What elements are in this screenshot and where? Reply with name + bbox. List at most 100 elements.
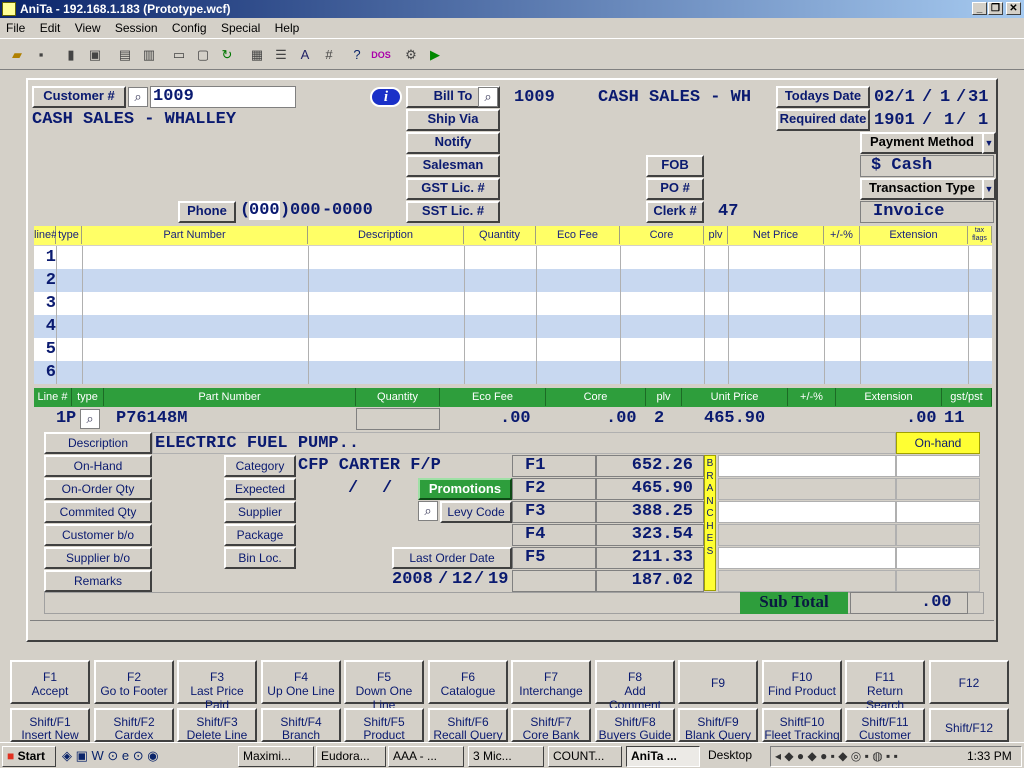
detail-quantity-field[interactable] bbox=[356, 408, 440, 430]
fkey-f5[interactable]: F5 Down One Line bbox=[344, 660, 424, 712]
part-search-icon[interactable]: ⌕ bbox=[80, 409, 100, 429]
minimize-button[interactable]: _ bbox=[972, 2, 987, 15]
paste-icon[interactable]: ▣ bbox=[84, 44, 106, 66]
po-button[interactable]: PO # bbox=[646, 178, 704, 200]
branch-row[interactable] bbox=[718, 570, 896, 592]
task-microsoft[interactable]: 3 Mic... bbox=[468, 746, 544, 767]
committed-qty-button[interactable]: Commited Qty bbox=[44, 501, 152, 523]
fkey-f7[interactable]: F7 Interchange bbox=[511, 660, 591, 704]
fkey-f4[interactable]: F4 Up One Line bbox=[261, 660, 341, 704]
menu-session[interactable]: Session bbox=[115, 21, 158, 35]
task-maximi[interactable]: Maximi... bbox=[238, 746, 314, 767]
customer-search-icon[interactable]: ⌕ bbox=[128, 87, 148, 107]
fkey-f12[interactable]: F12 bbox=[929, 660, 1009, 704]
menu-config[interactable]: Config bbox=[172, 21, 207, 35]
branch-row[interactable] bbox=[718, 455, 896, 477]
description-field[interactable]: ELECTRIC FUEL PUMP.. bbox=[152, 432, 896, 454]
line-row[interactable]: 2 bbox=[34, 269, 992, 292]
fob-button[interactable]: FOB bbox=[646, 155, 704, 177]
detail-row[interactable]: 1 P ⌕ P76148M .00 .00 2 465.90 .00 11 bbox=[34, 408, 992, 430]
package-button[interactable]: Package bbox=[224, 524, 296, 546]
supplier-button[interactable]: Supplier bbox=[224, 501, 296, 523]
clerk-button[interactable]: Clerk # bbox=[646, 201, 704, 223]
desktop-toolbar[interactable]: Desktop bbox=[704, 746, 766, 767]
print-icon[interactable]: ▤ bbox=[114, 44, 136, 66]
line-row[interactable]: 5 bbox=[34, 338, 992, 361]
last-order-date-button[interactable]: Last Order Date bbox=[392, 547, 512, 569]
save-icon[interactable]: ▪ bbox=[30, 44, 52, 66]
start-button[interactable]: ■ Start bbox=[2, 746, 56, 767]
shift-fkey-11[interactable]: Shift/F11Customer Note bbox=[845, 708, 925, 742]
menu-special[interactable]: Special bbox=[221, 21, 260, 35]
shift-fkey-4[interactable]: Shift/F4Branch Inquiry bbox=[261, 708, 341, 742]
cut-icon[interactable]: ▮ bbox=[60, 44, 82, 66]
transaction-type-dropdown-icon[interactable]: ▼ bbox=[982, 178, 996, 200]
salesman-button[interactable]: Salesman bbox=[406, 155, 500, 177]
fkey-f6[interactable]: F6 Catalogue bbox=[428, 660, 508, 704]
transaction-type-button[interactable]: Transaction Type bbox=[860, 178, 984, 200]
payment-method-button[interactable]: Payment Method bbox=[860, 132, 984, 154]
close-button[interactable]: ✕ bbox=[1006, 2, 1021, 15]
task-eudora[interactable]: Eudora... bbox=[316, 746, 386, 767]
notify-button[interactable]: Notify bbox=[406, 132, 500, 154]
phone-field[interactable]: ( 000 ) 000 - 0000 bbox=[240, 201, 400, 223]
todays-date-button[interactable]: Todays Date bbox=[776, 86, 870, 108]
line-row[interactable]: 6 bbox=[34, 361, 992, 384]
dos-icon[interactable]: DOS bbox=[370, 44, 392, 66]
window-icon[interactable]: ▦ bbox=[246, 44, 268, 66]
task-count[interactable]: COUNT... bbox=[548, 746, 622, 767]
phone-button[interactable]: Phone bbox=[178, 201, 236, 223]
levy-code-search-icon[interactable]: ⌕ bbox=[418, 501, 438, 521]
task-anita[interactable]: AniTa ... bbox=[626, 746, 700, 767]
expected-button[interactable]: Expected bbox=[224, 478, 296, 500]
shift-fkey-12[interactable]: Shift/F12 bbox=[929, 708, 1009, 742]
transaction-type-field[interactable]: Invoice bbox=[860, 201, 994, 223]
menu-edit[interactable]: Edit bbox=[40, 21, 61, 35]
shift-fkey-2[interactable]: Shift/F2Cardex Search bbox=[94, 708, 174, 742]
required-date-button[interactable]: Required date bbox=[776, 109, 870, 131]
shift-fkey-3[interactable]: Shift/F3 Delete Line bbox=[177, 708, 257, 742]
sst-license-button[interactable]: SST Lic. # bbox=[406, 201, 500, 223]
restore-button[interactable]: ❐ bbox=[988, 2, 1003, 15]
refresh-icon[interactable]: ↻ bbox=[216, 44, 238, 66]
branch-row[interactable] bbox=[718, 547, 896, 569]
customer-bo-button[interactable]: Customer b/o bbox=[44, 524, 152, 546]
shift-fkey-6[interactable]: Shift/F6 Recall Query bbox=[428, 708, 508, 742]
description-button[interactable]: Description bbox=[44, 432, 152, 454]
menu-file[interactable]: File bbox=[6, 21, 25, 35]
fkey-f11[interactable]: F11 Return Search bbox=[845, 660, 925, 712]
promotions-button[interactable]: Promotions bbox=[418, 478, 512, 500]
fkey-f8[interactable]: F8 Add Comment bbox=[595, 660, 675, 712]
form-icon[interactable]: ▭ bbox=[168, 44, 190, 66]
shift-fkey-1[interactable]: Shift/F1Insert New Line bbox=[10, 708, 90, 742]
bill-to-search-icon[interactable]: ⌕ bbox=[478, 87, 498, 107]
info-icon[interactable]: ▢ bbox=[192, 44, 214, 66]
fkey-f9[interactable]: F9 bbox=[678, 660, 758, 704]
list-icon[interactable]: ☰ bbox=[270, 44, 292, 66]
line-row[interactable]: 1 bbox=[34, 246, 992, 269]
info-icon-button[interactable]: i bbox=[370, 87, 402, 107]
menu-help[interactable]: Help bbox=[275, 21, 300, 35]
supplier-bo-button[interactable]: Supplier b/o bbox=[44, 547, 152, 569]
gst-license-button[interactable]: GST Lic. # bbox=[406, 178, 500, 200]
shift-fkey-8[interactable]: Shift/F8 Buyers Guide bbox=[595, 708, 675, 742]
category-button[interactable]: Category bbox=[224, 455, 296, 477]
on-order-qty-button[interactable]: On-Order Qty bbox=[44, 478, 152, 500]
customer-number-field[interactable]: 1009 bbox=[150, 86, 296, 108]
levy-code-button[interactable]: Levy Code bbox=[440, 501, 512, 523]
fkey-f10[interactable]: F10 Find Product bbox=[762, 660, 842, 704]
line-row[interactable]: 4 bbox=[34, 315, 992, 338]
fkey-f3[interactable]: F3 Last Price Paid bbox=[177, 660, 257, 712]
ship-via-button[interactable]: Ship Via bbox=[406, 109, 500, 131]
help-icon[interactable]: ? bbox=[346, 44, 368, 66]
on-hand-button[interactable]: On-Hand bbox=[44, 455, 152, 477]
branch-row[interactable] bbox=[718, 524, 896, 546]
open-folder-icon[interactable]: ▰ bbox=[6, 44, 28, 66]
shift-fkey-10[interactable]: ShiftF10 Fleet Tracking bbox=[762, 708, 842, 742]
tray-icons[interactable]: ◂ ◆ ● ◆ ● ▪ ◆ ◎ ▪ ◍ ▪ ▪ bbox=[775, 749, 898, 763]
sort-icon[interactable]: A bbox=[294, 44, 316, 66]
task-aaa[interactable]: AAA - ... bbox=[388, 746, 464, 767]
print-preview-icon[interactable]: ▥ bbox=[138, 44, 160, 66]
grid-icon[interactable]: # bbox=[318, 44, 340, 66]
payment-method-field[interactable]: $ Cash bbox=[860, 155, 994, 177]
